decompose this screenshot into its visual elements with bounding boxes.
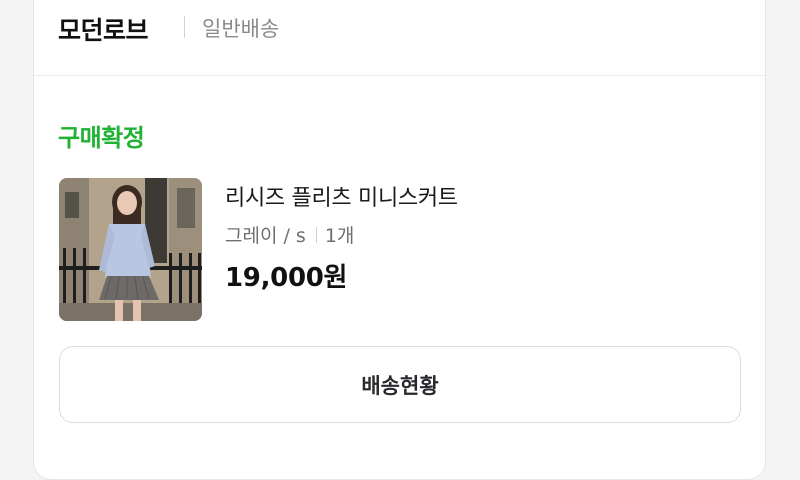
product-option: 그레이 / s	[225, 225, 306, 247]
product-price: 19,000원	[225, 263, 348, 293]
order-status: 구매확정	[58, 124, 145, 152]
header-divider	[184, 16, 185, 38]
product-photo-icon	[59, 178, 202, 321]
product-name[interactable]: 리시즈 플리츠 미니스커트	[225, 180, 458, 212]
option-divider	[315, 227, 317, 243]
delivery-status-button[interactable]: 배송현황	[59, 346, 741, 423]
order-header: 모던로브 일반배송	[34, 1, 765, 76]
order-card: 모던로브 일반배송 구매확정 리시즈 플리츠 미니스커트 그레이 / s 1개 …	[33, 0, 766, 480]
delivery-type: 일반배송	[202, 17, 280, 41]
product-thumbnail[interactable]	[59, 178, 202, 321]
store-name[interactable]: 모던로브	[58, 11, 149, 47]
product-quantity: 1개	[324, 225, 355, 247]
product-option-line: 그레이 / s 1개	[225, 221, 354, 248]
